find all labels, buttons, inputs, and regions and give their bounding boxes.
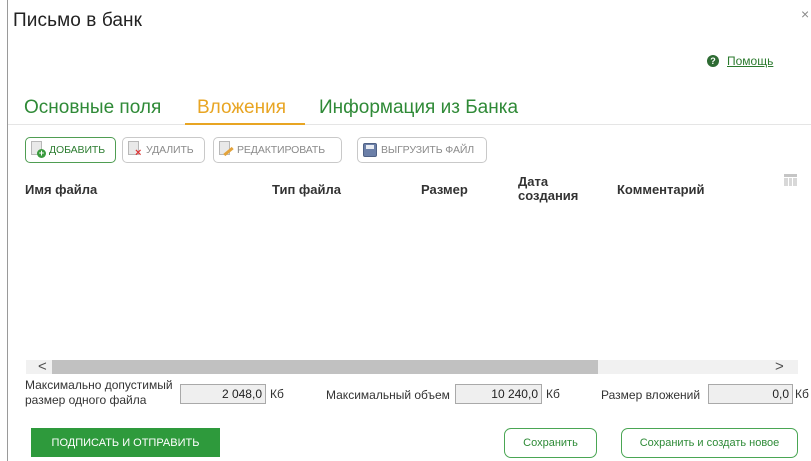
tab-main-fields[interactable]: Основные поля xyxy=(24,97,161,119)
delete-file-icon: × xyxy=(127,141,143,159)
help-link[interactable]: Помощь xyxy=(727,54,773,68)
scroll-left-arrow-icon[interactable]: < xyxy=(38,358,47,375)
delete-button[interactable]: × УДАЛИТЬ xyxy=(122,137,205,163)
attachments-size-unit: Кб xyxy=(795,387,809,401)
tabs-divider xyxy=(8,124,811,125)
window-title: Письмо в банк xyxy=(13,10,143,31)
export-button-label: ВЫГРУЗИТЬ ФАЙЛ xyxy=(381,144,475,156)
max-file-size-unit: Кб xyxy=(270,387,284,401)
max-file-size-field: 2 048,0 xyxy=(180,384,266,404)
save-button[interactable]: Сохранить xyxy=(504,428,597,458)
export-file-button[interactable]: ВЫГРУЗИТЬ ФАЙЛ xyxy=(357,137,487,163)
add-button-label: ДОБАВИТЬ xyxy=(49,144,105,156)
attachments-size-field: 0,0 xyxy=(708,384,793,404)
window-left-border xyxy=(7,0,8,461)
column-header-size[interactable]: Размер xyxy=(421,183,468,197)
help-icon[interactable]: ? xyxy=(707,55,719,67)
add-file-icon: + xyxy=(30,141,46,159)
tab-attachments[interactable]: Вложения xyxy=(197,97,286,119)
help-link-group[interactable]: ? Помощь xyxy=(707,54,773,68)
edit-button[interactable]: РЕДАКТИРОВАТЬ xyxy=(213,137,342,163)
attachments-size-label: Размер вложений xyxy=(601,388,701,402)
column-header-created-date[interactable]: Дата создания xyxy=(518,175,586,203)
active-tab-indicator xyxy=(185,123,305,125)
add-button[interactable]: + ДОБАВИТЬ xyxy=(25,137,116,163)
column-settings-icon[interactable] xyxy=(784,174,797,186)
column-header-comment[interactable]: Комментарий xyxy=(617,183,705,197)
max-total-size-label: Максимальный объем xyxy=(326,388,450,402)
edit-file-icon xyxy=(218,141,234,159)
tab-bank-info[interactable]: Информация из Банка xyxy=(319,97,518,119)
column-header-filetype[interactable]: Тип файла xyxy=(272,183,341,197)
sign-and-send-button[interactable]: ПОДПИСАТЬ И ОТПРАВИТЬ xyxy=(31,428,220,457)
save-and-create-new-button[interactable]: Сохранить и создать новое xyxy=(621,428,798,458)
attachments-table-body xyxy=(25,205,801,355)
max-file-size-label: Максимально допустимый размер одного фай… xyxy=(25,378,173,407)
delete-button-label: УДАЛИТЬ xyxy=(146,144,194,156)
scrollbar-thumb[interactable] xyxy=(52,360,598,374)
max-total-size-unit: Кб xyxy=(546,387,560,401)
scroll-right-arrow-icon[interactable]: > xyxy=(775,358,784,375)
max-total-size-field: 10 240,0 xyxy=(455,384,542,404)
close-icon[interactable]: × xyxy=(801,6,809,22)
save-disk-icon xyxy=(362,141,378,159)
edit-button-label: РЕДАКТИРОВАТЬ xyxy=(237,144,325,156)
column-header-filename[interactable]: Имя файла xyxy=(25,183,97,197)
